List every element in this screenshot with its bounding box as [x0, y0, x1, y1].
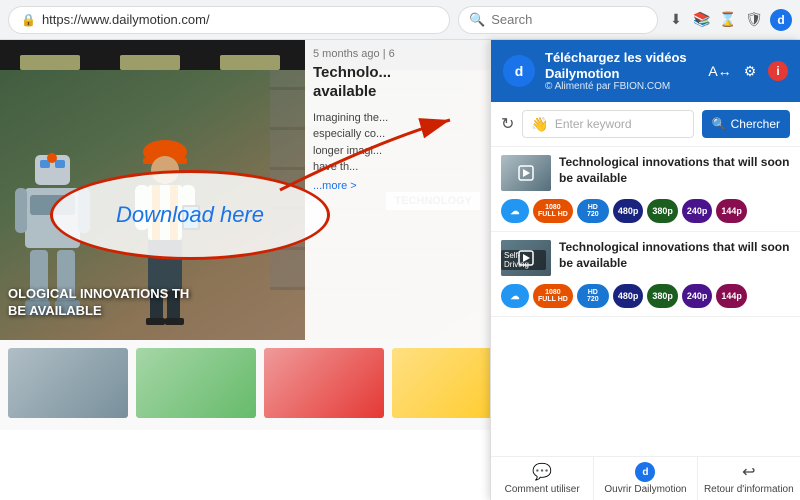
badge-144p-1[interactable]: 144p — [716, 199, 747, 223]
spacer — [491, 317, 800, 456]
video-result-title-2: Technological innovations that will soon… — [559, 240, 790, 271]
hand-icon: 👋 — [531, 116, 548, 133]
ext-search-input[interactable]: 👋 Enter keyword — [522, 110, 693, 138]
ext-header: d Téléchargez les vidéos Dailymotion © A… — [491, 40, 800, 102]
thumb-3 — [264, 348, 384, 418]
main-content: OLOGICAL INNOVATIONS TH BE AVAILABLE TEC… — [0, 40, 800, 500]
image-icon-2 — [518, 250, 534, 266]
badge-hd720-1[interactable]: HD720 — [577, 199, 609, 223]
website-bottom — [0, 340, 490, 430]
extension-icon[interactable]: d — [770, 9, 792, 31]
comment-utiliser-label: Comment utiliser — [505, 484, 580, 495]
video-overlay-text: OLOGICAL INNOVATIONS TH BE AVAILABLE — [8, 286, 189, 320]
history-icon[interactable]: ⌛ — [718, 10, 738, 30]
badge-380p-1[interactable]: 380p — [647, 199, 678, 223]
search-icon: 🔍 — [469, 12, 485, 28]
video-result-1: Technological innovations that will soon… — [491, 147, 800, 232]
video-result-1-top: Technological innovations that will soon… — [501, 155, 790, 191]
ext-bottom-bar: 💬 Comment utiliser d Ouvrir Dailymotion … — [491, 456, 800, 500]
refresh-icon[interactable]: ↻ — [501, 114, 514, 134]
quality-badges-2: ☁ 1080FULL HD HD720 480p 380p 240p 144p — [501, 284, 790, 308]
badge-cloud-1[interactable]: ☁ — [501, 199, 529, 223]
video-thumb-2: Self-Driving — [501, 240, 551, 276]
ouvrir-label: Ouvrir Dailymotion — [604, 484, 686, 495]
read-more[interactable]: ...more > — [313, 180, 482, 192]
article-body: Imagining the...especially co...longer i… — [313, 110, 482, 176]
ext-subtitle: © Alimenté par FBION.COM — [545, 81, 698, 92]
thumb-2 — [136, 348, 256, 418]
settings-icon[interactable]: ⚙ — [738, 59, 762, 83]
url-text: https://www.dailymotion.com/ — [42, 12, 210, 27]
badge-1080-1[interactable]: 1080FULL HD — [533, 199, 573, 223]
ext-title: Téléchargez les vidéos Dailymotion — [545, 50, 698, 81]
badge-cloud-2[interactable]: ☁ — [501, 284, 529, 308]
video-result-2: Self-Driving Technological innovations t… — [491, 232, 800, 317]
info-icon[interactable]: i — [768, 61, 788, 81]
retour-label: Retour d'information — [704, 484, 794, 495]
video-hero: OLOGICAL INNOVATIONS TH BE AVAILABLE TEC… — [0, 40, 490, 340]
badge-240p-2[interactable]: 240p — [682, 284, 713, 308]
ouvrir-dailymotion-btn[interactable]: d Ouvrir Dailymotion — [594, 457, 697, 500]
article-overlay: 5 months ago | 6 Technolo...available Im… — [305, 40, 490, 340]
search-placeholder-text: Enter keyword — [555, 117, 632, 131]
browser-chrome: 🔒 https://www.dailymotion.com/ 🔍 Search … — [0, 0, 800, 40]
badge-144p-2[interactable]: 144p — [716, 284, 747, 308]
translate-icon[interactable]: A↔ — [708, 59, 732, 83]
video-result-title-1: Technological innovations that will soon… — [559, 155, 790, 186]
badge-480p-1[interactable]: 480p — [613, 199, 644, 223]
bookmark-icon[interactable]: 📚 — [692, 10, 712, 30]
shield-icon[interactable]: 🛡 — [744, 10, 764, 30]
badge-hd720-2[interactable]: HD720 — [577, 284, 609, 308]
download-browser-icon[interactable]: ⬇ — [666, 10, 686, 30]
image-icon-1 — [518, 165, 534, 181]
comment-icon: 💬 — [532, 462, 552, 482]
article-meta: 5 months ago | 6 — [313, 48, 482, 60]
video-result-2-top: Self-Driving Technological innovations t… — [501, 240, 790, 276]
badge-480p-2[interactable]: 480p — [613, 284, 644, 308]
badge-1080-2[interactable]: 1080FULL HD — [533, 284, 573, 308]
thumb-4 — [392, 348, 490, 418]
dailymotion-logo: d — [635, 462, 655, 482]
search-bar[interactable]: 🔍 Search — [458, 6, 658, 34]
search-placeholder: Search — [491, 12, 532, 27]
badge-380p-2[interactable]: 380p — [647, 284, 678, 308]
search-btn-label: Chercher — [731, 117, 780, 131]
website-area: OLOGICAL INNOVATIONS TH BE AVAILABLE TEC… — [0, 40, 490, 500]
ext-logo: d — [503, 55, 535, 87]
retour-info-btn[interactable]: ↩ Retour d'information — [698, 457, 800, 500]
ext-search-row: ↻ 👋 Enter keyword 🔍 Chercher — [491, 102, 800, 147]
feedback-icon: ↩ — [742, 462, 755, 482]
article-title: Technolo...available — [313, 64, 482, 102]
extension-panel: d Téléchargez les vidéos Dailymotion © A… — [490, 40, 800, 500]
address-bar[interactable]: 🔒 https://www.dailymotion.com/ — [8, 6, 450, 34]
download-oval: Download here — [50, 170, 330, 260]
badge-240p-1[interactable]: 240p — [682, 199, 713, 223]
download-text: Download here — [116, 202, 264, 228]
video-thumb-1 — [501, 155, 551, 191]
browser-icons: ⬇ 📚 ⌛ 🛡 d — [666, 9, 792, 31]
ext-header-icons: A↔ ⚙ i — [708, 59, 788, 83]
search-button[interactable]: 🔍 Chercher — [702, 110, 790, 138]
ext-title-area: Téléchargez les vidéos Dailymotion © Ali… — [545, 50, 698, 92]
comment-utiliser-btn[interactable]: 💬 Comment utiliser — [491, 457, 594, 500]
quality-badges-1: ☁ 1080FULL HD HD720 480p 380p 240p 144p — [501, 199, 790, 223]
thumb-1 — [8, 348, 128, 418]
search-btn-icon: 🔍 — [712, 117, 727, 131]
